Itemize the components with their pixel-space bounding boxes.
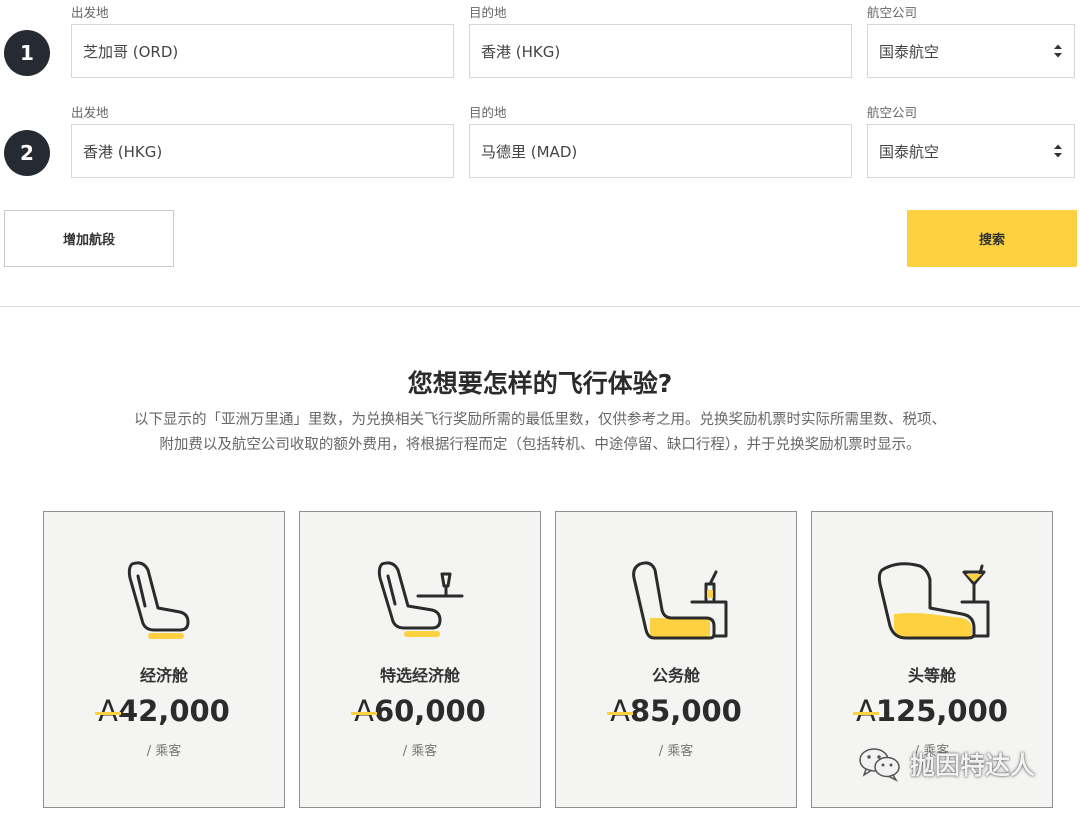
origin-label: 出发地: [71, 105, 109, 120]
origin-field[interactable]: 香港 (HKG): [71, 124, 454, 178]
segment-number-badge: 1: [4, 30, 50, 76]
destination-label: 目的地: [469, 5, 507, 20]
cabin-card-economy[interactable]: 经济舱 A42,000 / 乘客: [43, 511, 285, 808]
watermark-text: 抛因特达人: [910, 751, 1036, 780]
cabin-price: A125,000: [812, 694, 1052, 728]
airline-select[interactable]: 国泰航空: [867, 24, 1075, 78]
select-arrows-icon: [1054, 44, 1062, 58]
cabin-miles: 125,000: [875, 694, 1008, 728]
destination-value: 马德里 (MAD): [481, 142, 578, 161]
origin-field[interactable]: 芝加哥 (ORD): [71, 24, 454, 78]
economy-seat-icon: [127, 561, 190, 639]
description-line-1: 以下显示的「亚洲万里通」里数，为兑换相关飞行奖励所需的最低里数，仅供参考之用。兑…: [134, 412, 946, 428]
experience-description: 以下显示的「亚洲万里通」里数，为兑换相关飞行奖励所需的最低里数，仅供参考之用。兑…: [0, 408, 1080, 458]
first-class-seat-icon: [877, 562, 990, 640]
cabin-card-premium-economy[interactable]: 特选经济舱 A60,000 / 乘客: [299, 511, 541, 808]
destination-value: 香港 (HKG): [481, 42, 561, 61]
asia-miles-currency-icon: A: [856, 694, 876, 728]
destination-label: 目的地: [469, 105, 507, 120]
cabin-name: 特选经济舱: [379, 666, 460, 685]
cabin-name: 公务舱: [651, 666, 700, 685]
description-line-2: 附加费以及航空公司收取的额外费用，将根据行程而定（包括转机、中途停留、缺口行程）…: [159, 437, 921, 453]
cabin-card-business[interactable]: 公务舱 A85,000 / 乘客: [555, 511, 797, 808]
airline-value: 国泰航空: [879, 42, 940, 61]
destination-field[interactable]: 马德里 (MAD): [469, 124, 852, 178]
airline-label: 航空公司: [867, 105, 918, 120]
cabin-unit: / 乘客: [402, 744, 438, 759]
cabin-price: A42,000: [44, 694, 284, 728]
business-seat-icon: [632, 561, 728, 640]
premium-economy-seat-icon: [377, 561, 464, 637]
cabin-unit: / 乘客: [658, 744, 694, 759]
cabin-price: A60,000: [300, 694, 540, 728]
cabin-name: 头等舱: [907, 666, 956, 685]
origin-label: 出发地: [71, 5, 109, 20]
airline-value: 国泰航空: [879, 142, 940, 161]
origin-value: 芝加哥 (ORD): [83, 42, 179, 61]
segment-row-2: 2 出发地 香港 (HKG) 目的地 马德里 (MAD) 航空公司 国泰航空: [0, 100, 1080, 190]
section-divider: [0, 306, 1080, 307]
asia-miles-currency-icon: A: [354, 694, 374, 728]
experience-title: 您想要怎样的飞行体验?: [407, 369, 673, 398]
cabin-name: 经济舱: [139, 666, 188, 685]
cabin-miles: 42,000: [117, 694, 230, 728]
cabin-price: A85,000: [556, 694, 796, 728]
airline-select[interactable]: 国泰航空: [867, 124, 1075, 178]
select-arrows-icon: [1054, 144, 1062, 158]
segment-number-badge: 2: [4, 130, 50, 176]
wechat-icon: [859, 748, 900, 782]
asia-miles-currency-icon: A: [610, 694, 630, 728]
watermark: 抛因特达人: [858, 744, 1035, 784]
destination-field[interactable]: 香港 (HKG): [469, 24, 852, 78]
airline-label: 航空公司: [867, 5, 918, 20]
cabin-miles: 85,000: [629, 694, 742, 728]
origin-value: 香港 (HKG): [83, 142, 163, 161]
cabin-unit: / 乘客: [146, 744, 182, 759]
search-button[interactable]: 搜索: [907, 210, 1077, 267]
cabin-miles: 60,000: [373, 694, 486, 728]
segment-row-1: 1 出发地 芝加哥 (ORD) 目的地 香港 (HKG) 航空公司 国泰航空: [0, 0, 1080, 90]
add-segment-button[interactable]: 增加航段: [4, 210, 174, 267]
asia-miles-currency-icon: A: [98, 694, 118, 728]
